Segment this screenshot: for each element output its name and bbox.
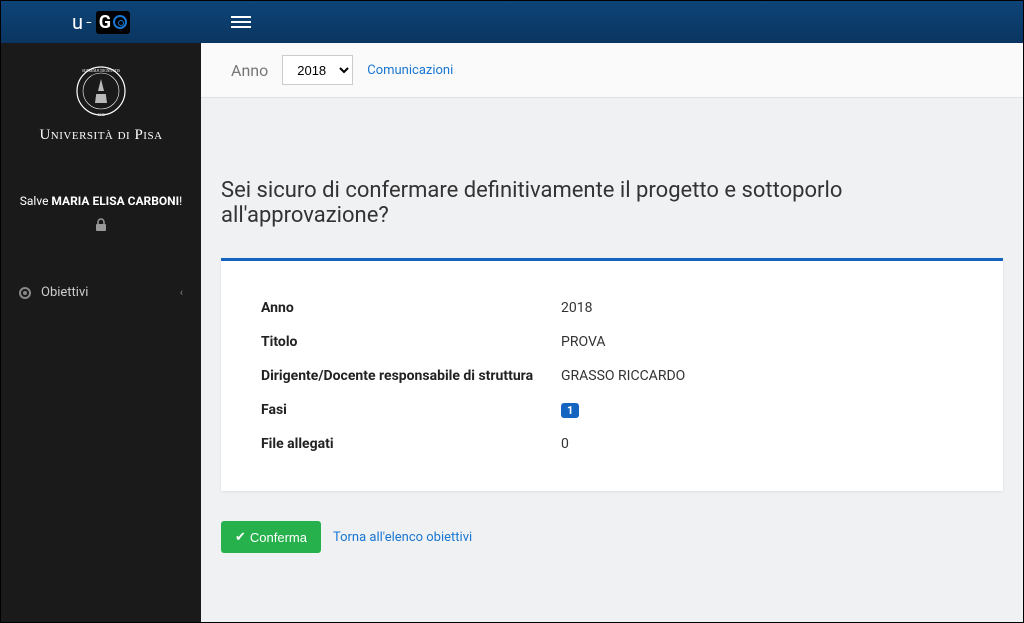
detail-row-allegati: File allegati 0: [261, 427, 963, 461]
detail-label: File allegati: [261, 436, 561, 452]
detail-label: Fasi: [261, 402, 561, 418]
details-panel: Anno 2018 Titolo PROVA Dirigente/Docente…: [221, 258, 1003, 491]
university-name: Università di Pisa: [39, 127, 162, 144]
university-seal-icon: SUPREMÆ DIGNITATIS 1343: [61, 61, 141, 121]
detail-value: GRASSO RICCARDO: [561, 368, 685, 384]
comunicazioni-link[interactable]: Comunicazioni: [367, 63, 453, 78]
target-icon: [19, 287, 31, 299]
check-icon: ✔: [235, 529, 246, 545]
fasi-badge: 1: [561, 403, 579, 418]
back-link[interactable]: Torna all'elenco obiettivi: [333, 530, 472, 545]
sidebar-item-label: Obiettivi: [41, 285, 88, 300]
detail-value: PROVA: [561, 334, 605, 350]
detail-label: Dirigente/Docente responsabile di strutt…: [261, 368, 561, 384]
detail-value: 1: [561, 402, 579, 418]
detail-label: Titolo: [261, 334, 561, 350]
detail-value: 0: [561, 436, 569, 452]
lock-icon[interactable]: [95, 218, 107, 235]
anno-label: Anno: [231, 61, 268, 80]
confirm-button[interactable]: ✔ Conferma: [221, 521, 321, 553]
toolbar: Anno 2018 Comunicazioni: [201, 43, 1023, 98]
sidebar-item-obiettivi[interactable]: Obiettivi ‹: [1, 275, 201, 310]
app-logo: u - G: [1, 1, 201, 43]
year-select[interactable]: 2018: [282, 55, 353, 85]
page-title: Sei sicuro di confermare definitivamente…: [221, 178, 1003, 228]
detail-value: 2018: [561, 300, 592, 316]
topbar: u - G: [1, 1, 1023, 43]
target-icon: [113, 15, 127, 29]
actions-bar: ✔ Conferma Torna all'elenco obiettivi: [221, 521, 1003, 553]
svg-text:SUPREMÆ DIGNITATIS: SUPREMÆ DIGNITATIS: [82, 69, 120, 73]
user-greeting: Salve MARIA ELISA CARBONI!: [20, 194, 182, 208]
logo-go-icon: G: [96, 11, 130, 34]
menu-toggle-icon[interactable]: [231, 16, 251, 28]
svg-text:1343: 1343: [97, 113, 104, 117]
detail-label: Anno: [261, 300, 561, 316]
detail-row-titolo: Titolo PROVA: [261, 325, 963, 359]
main-content: Anno 2018 Comunicazioni Sei sicuro di co…: [201, 43, 1023, 622]
logo-dash: -: [86, 10, 93, 34]
detail-row-fasi: Fasi 1: [261, 393, 963, 427]
detail-row-dirigente: Dirigente/Docente responsabile di strutt…: [261, 359, 963, 393]
sidebar-nav: Obiettivi ‹: [1, 275, 201, 310]
chevron-left-icon: ‹: [180, 286, 183, 299]
detail-row-anno: Anno 2018: [261, 291, 963, 325]
logo-u: u: [72, 10, 84, 34]
confirm-button-label: Conferma: [250, 530, 307, 545]
sidebar: SUPREMÆ DIGNITATIS 1343 Università di Pi…: [1, 43, 201, 622]
